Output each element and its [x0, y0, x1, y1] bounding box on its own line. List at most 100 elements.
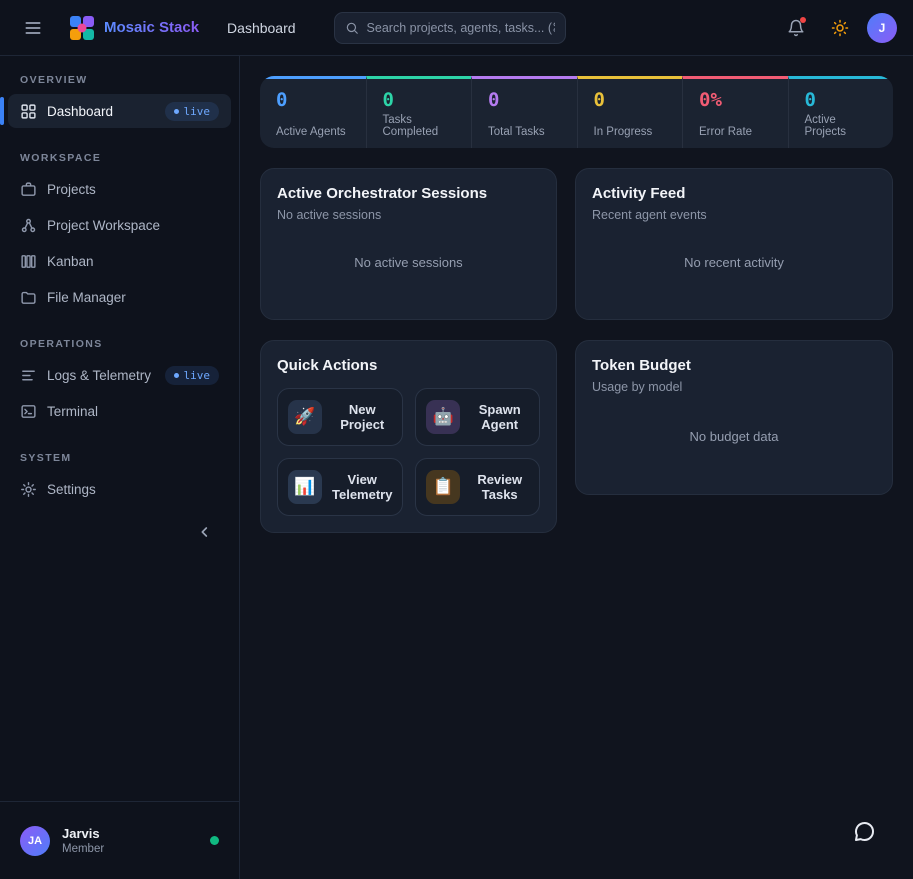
sidebar-item-settings[interactable]: Settings — [8, 472, 231, 506]
section-label-overview: OVERVIEW — [0, 64, 239, 92]
kanban-columns-icon — [20, 253, 37, 270]
stat-value: 0 — [488, 91, 561, 110]
stat-label: Tasks Completed — [383, 114, 456, 138]
stat-label: Total Tasks — [488, 126, 561, 138]
empty-state-text: No active sessions — [354, 255, 462, 270]
stat-value: 0 — [383, 91, 456, 110]
card-subtitle: Recent agent events — [592, 208, 876, 222]
sidebar-item-label: Dashboard — [47, 104, 113, 119]
stat-cell: 0 Total Tasks — [471, 76, 577, 148]
brand-name: Mosaic Stack — [104, 19, 199, 36]
stat-cell: 0 Active Projects — [788, 76, 894, 148]
action-label: View Telemetry — [332, 472, 392, 502]
stats-row: 0 Active Agents 0 Tasks Completed 0 Tota… — [260, 76, 893, 148]
sidebar-item-terminal[interactable]: Terminal — [8, 394, 231, 428]
sidebar-item-label: Projects — [47, 182, 96, 197]
activity-feed-card: Activity Feed Recent agent events No rec… — [575, 168, 893, 320]
action-label: Review Tasks — [470, 472, 529, 502]
action-label: New Project — [332, 402, 392, 432]
sidebar-item-projects[interactable]: Projects — [8, 172, 231, 206]
stat-cell: 0 In Progress — [577, 76, 683, 148]
card-title: Quick Actions — [277, 357, 540, 374]
card-title: Token Budget — [592, 357, 876, 374]
card-subtitle: No active sessions — [277, 208, 540, 222]
sidebar-item-logs-telemetry[interactable]: Logs & Telemetry live — [8, 358, 231, 392]
live-badge: live — [165, 366, 220, 385]
mosaic-logo-icon — [70, 16, 94, 40]
hamburger-icon — [23, 18, 43, 38]
user-name: Jarvis — [62, 826, 104, 841]
breadcrumb-page-title: Dashboard — [227, 20, 296, 36]
stat-label: Active Projects — [805, 114, 878, 138]
live-badge: live — [165, 102, 220, 121]
stat-label: Error Rate — [699, 126, 772, 138]
stat-label: In Progress — [594, 126, 667, 138]
main-content: 0 Active Agents 0 Tasks Completed 0 Tota… — [240, 56, 913, 879]
briefcase-icon — [20, 181, 37, 198]
token-budget-card: Token Budget Usage by model No budget da… — [575, 340, 893, 495]
sidebar-item-label: Project Workspace — [47, 218, 160, 233]
terminal-icon — [20, 403, 37, 420]
notifications-button[interactable] — [779, 11, 813, 45]
robot-icon: 🤖 — [426, 400, 460, 434]
stat-cell: 0 Tasks Completed — [366, 76, 472, 148]
grid-icon — [20, 103, 37, 120]
stat-cell: 0 Active Agents — [260, 76, 366, 148]
search-input[interactable] — [367, 21, 555, 35]
user-initials-avatar: JA — [20, 826, 50, 856]
stat-value: 0 — [805, 91, 878, 110]
sidebar: OVERVIEW Dashboard live WORKSPACE Projec… — [0, 56, 240, 879]
view-telemetry-button[interactable]: 📊 View Telemetry — [277, 458, 403, 516]
stat-value: 0% — [699, 91, 772, 110]
sidebar-item-label: File Manager — [47, 290, 126, 305]
log-lines-icon — [20, 367, 37, 384]
sidebar-item-label: Logs & Telemetry — [47, 368, 151, 383]
app-logo[interactable]: Mosaic Stack — [70, 16, 199, 40]
section-label-system: SYSTEM — [0, 442, 239, 470]
gear-icon — [20, 481, 37, 498]
sidebar-collapse-button[interactable] — [191, 518, 219, 546]
sidebar-item-file-manager[interactable]: File Manager — [8, 280, 231, 314]
stat-cell: 0% Error Rate — [682, 76, 788, 148]
action-label: Spawn Agent — [470, 402, 529, 432]
folder-icon — [20, 289, 37, 306]
active-sessions-card: Active Orchestrator Sessions No active s… — [260, 168, 557, 320]
notification-dot — [800, 17, 806, 23]
global-search[interactable] — [334, 12, 566, 44]
search-icon — [345, 21, 359, 35]
card-title: Activity Feed — [592, 185, 876, 202]
user-avatar[interactable]: J — [867, 13, 897, 43]
section-label-operations: OPERATIONS — [0, 328, 239, 356]
sidebar-item-label: Terminal — [47, 404, 98, 419]
rocket-icon: 🚀 — [288, 400, 322, 434]
sidebar-item-kanban[interactable]: Kanban — [8, 244, 231, 278]
stat-value: 0 — [276, 91, 350, 110]
user-role: Member — [62, 843, 104, 855]
theme-toggle-button[interactable] — [823, 11, 857, 45]
section-label-workspace: WORKSPACE — [0, 142, 239, 170]
card-title: Active Orchestrator Sessions — [277, 185, 540, 202]
online-status-dot — [210, 836, 219, 845]
empty-state-text: No budget data — [690, 429, 779, 444]
chat-bubble-icon — [852, 820, 876, 844]
sun-icon — [831, 19, 849, 37]
sidebar-item-label: Kanban — [47, 254, 94, 269]
sidebar-item-project-workspace[interactable]: Project Workspace — [8, 208, 231, 242]
empty-state-text: No recent activity — [684, 255, 784, 270]
hamburger-menu-button[interactable] — [16, 11, 50, 45]
clipboard-icon: 📋 — [426, 470, 460, 504]
stat-label: Active Agents — [276, 126, 350, 138]
card-subtitle: Usage by model — [592, 380, 876, 394]
quick-actions-card: Quick Actions 🚀 New Project 🤖 Spawn Agen… — [260, 340, 557, 533]
new-project-button[interactable]: 🚀 New Project — [277, 388, 403, 446]
spawn-agent-button[interactable]: 🤖 Spawn Agent — [415, 388, 540, 446]
stat-value: 0 — [594, 91, 667, 110]
sidebar-item-label: Settings — [47, 482, 96, 497]
bar-chart-icon: 📊 — [288, 470, 322, 504]
sidebar-item-dashboard[interactable]: Dashboard live — [8, 94, 231, 128]
review-tasks-button[interactable]: 📋 Review Tasks — [415, 458, 540, 516]
sidebar-user-card[interactable]: JA Jarvis Member — [0, 801, 239, 879]
chevron-left-icon — [197, 524, 213, 540]
top-header: Mosaic Stack Dashboard J — [0, 0, 913, 56]
chat-fab-button[interactable] — [843, 811, 885, 853]
